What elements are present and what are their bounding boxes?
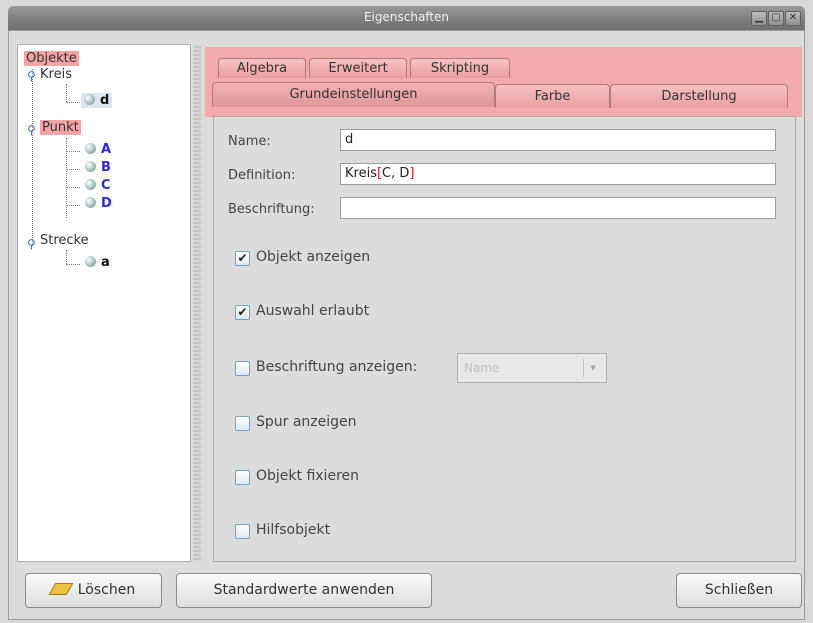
close-dialog-button[interactable]: Schließen bbox=[676, 573, 802, 608]
fix-object-checkbox[interactable] bbox=[235, 470, 250, 485]
object-ball-icon bbox=[85, 197, 96, 208]
selection-allowed-checkbox[interactable]: ✔ bbox=[235, 305, 250, 320]
tree-expand-icon[interactable]: ⚲ bbox=[27, 237, 36, 251]
caption-field[interactable] bbox=[340, 197, 776, 219]
maximize-button[interactable]: □ bbox=[768, 11, 784, 26]
definition-command: Kreis bbox=[345, 166, 377, 181]
tab-algebra[interactable]: Algebra bbox=[218, 58, 306, 78]
definition-bracket-close: ] bbox=[409, 166, 415, 181]
show-object-label: Objekt anzeigen bbox=[256, 249, 371, 265]
tree-connector bbox=[66, 169, 80, 170]
object-ball-icon bbox=[84, 94, 95, 105]
label-mode-select[interactable]: Name ▾ bbox=[457, 353, 607, 383]
tree-expand-icon[interactable]: ⚲ bbox=[27, 69, 36, 83]
tree-group-strecke[interactable]: Strecke bbox=[40, 233, 89, 248]
tree-item-a-segment[interactable]: a bbox=[85, 255, 110, 270]
label-mode-value: Name bbox=[464, 361, 500, 375]
tab-darstellung[interactable]: Darstellung bbox=[610, 84, 788, 108]
tree-root-objekte[interactable]: Objekte bbox=[24, 51, 79, 66]
show-caption-label: Beschriftung anzeigen: bbox=[256, 359, 418, 375]
object-ball-icon bbox=[85, 256, 96, 267]
trace-checkbox[interactable] bbox=[235, 416, 250, 431]
name-field[interactable]: d bbox=[340, 129, 776, 151]
caption-label: Beschriftung: bbox=[228, 202, 315, 217]
tree-group-punkt[interactable]: Punkt bbox=[40, 120, 81, 135]
definition-field[interactable]: Kreis[C, D] bbox=[340, 163, 776, 185]
tree-connector bbox=[32, 69, 33, 246]
auxiliary-object-checkbox[interactable] bbox=[235, 524, 250, 539]
definition-label: Definition: bbox=[228, 168, 296, 183]
tab-erweitert[interactable]: Erweitert bbox=[309, 58, 407, 78]
tree-connector bbox=[66, 138, 67, 218]
tree-connector bbox=[66, 151, 80, 152]
object-tree[interactable]: Objekte ⚲ Kreis d ⚲ Punkt A B C D ⚲ Stre… bbox=[17, 44, 191, 562]
tree-item-b[interactable]: B bbox=[85, 160, 111, 175]
delete-button[interactable]: Löschen bbox=[25, 573, 162, 608]
tree-group-kreis[interactable]: Kreis bbox=[40, 67, 72, 82]
definition-arguments: C, D bbox=[382, 166, 410, 181]
tree-item-c[interactable]: C bbox=[85, 178, 111, 193]
tree-item-d-point[interactable]: D bbox=[85, 196, 112, 211]
tree-item-d[interactable]: d bbox=[81, 93, 113, 108]
tree-connector bbox=[66, 250, 67, 264]
object-ball-icon bbox=[85, 179, 96, 190]
minimize-button[interactable]: ▁ bbox=[751, 11, 767, 26]
selection-allowed-label: Auswahl erlaubt bbox=[256, 303, 370, 319]
tree-connector bbox=[66, 205, 80, 206]
tree-expand-icon[interactable]: ⚲ bbox=[27, 123, 36, 137]
panel-splitter[interactable] bbox=[193, 44, 201, 562]
delete-label: Löschen bbox=[77, 582, 136, 598]
show-object-checkbox[interactable]: ✔ bbox=[235, 251, 250, 266]
tab-farbe[interactable]: Farbe bbox=[495, 84, 610, 108]
close-button[interactable]: ✕ bbox=[785, 11, 801, 26]
tree-connector bbox=[66, 84, 67, 102]
object-ball-icon bbox=[85, 143, 96, 154]
show-caption-checkbox[interactable] bbox=[235, 361, 250, 376]
apply-defaults-button[interactable]: Standardwerte anwenden bbox=[176, 573, 432, 608]
eraser-icon bbox=[48, 583, 74, 595]
tab-skripting[interactable]: Skripting bbox=[410, 58, 510, 78]
name-label: Name: bbox=[228, 134, 271, 149]
fix-object-label: Objekt fixieren bbox=[256, 468, 359, 484]
tree-connector bbox=[66, 264, 80, 265]
auxiliary-object-label: Hilfsobjekt bbox=[256, 522, 331, 538]
object-ball-icon bbox=[85, 161, 96, 172]
tree-connector bbox=[66, 187, 80, 188]
title-bar[interactable]: Eigenschaften ▁ □ ✕ bbox=[8, 6, 805, 30]
trace-label: Spur anzeigen bbox=[256, 414, 357, 430]
chevron-down-icon[interactable]: ▾ bbox=[583, 359, 602, 377]
tree-connector bbox=[66, 102, 80, 103]
tree-item-a-point[interactable]: A bbox=[85, 142, 111, 157]
tab-grundeinstellungen[interactable]: Grundeinstellungen bbox=[212, 82, 495, 107]
window-title: Eigenschaften bbox=[363, 10, 450, 24]
